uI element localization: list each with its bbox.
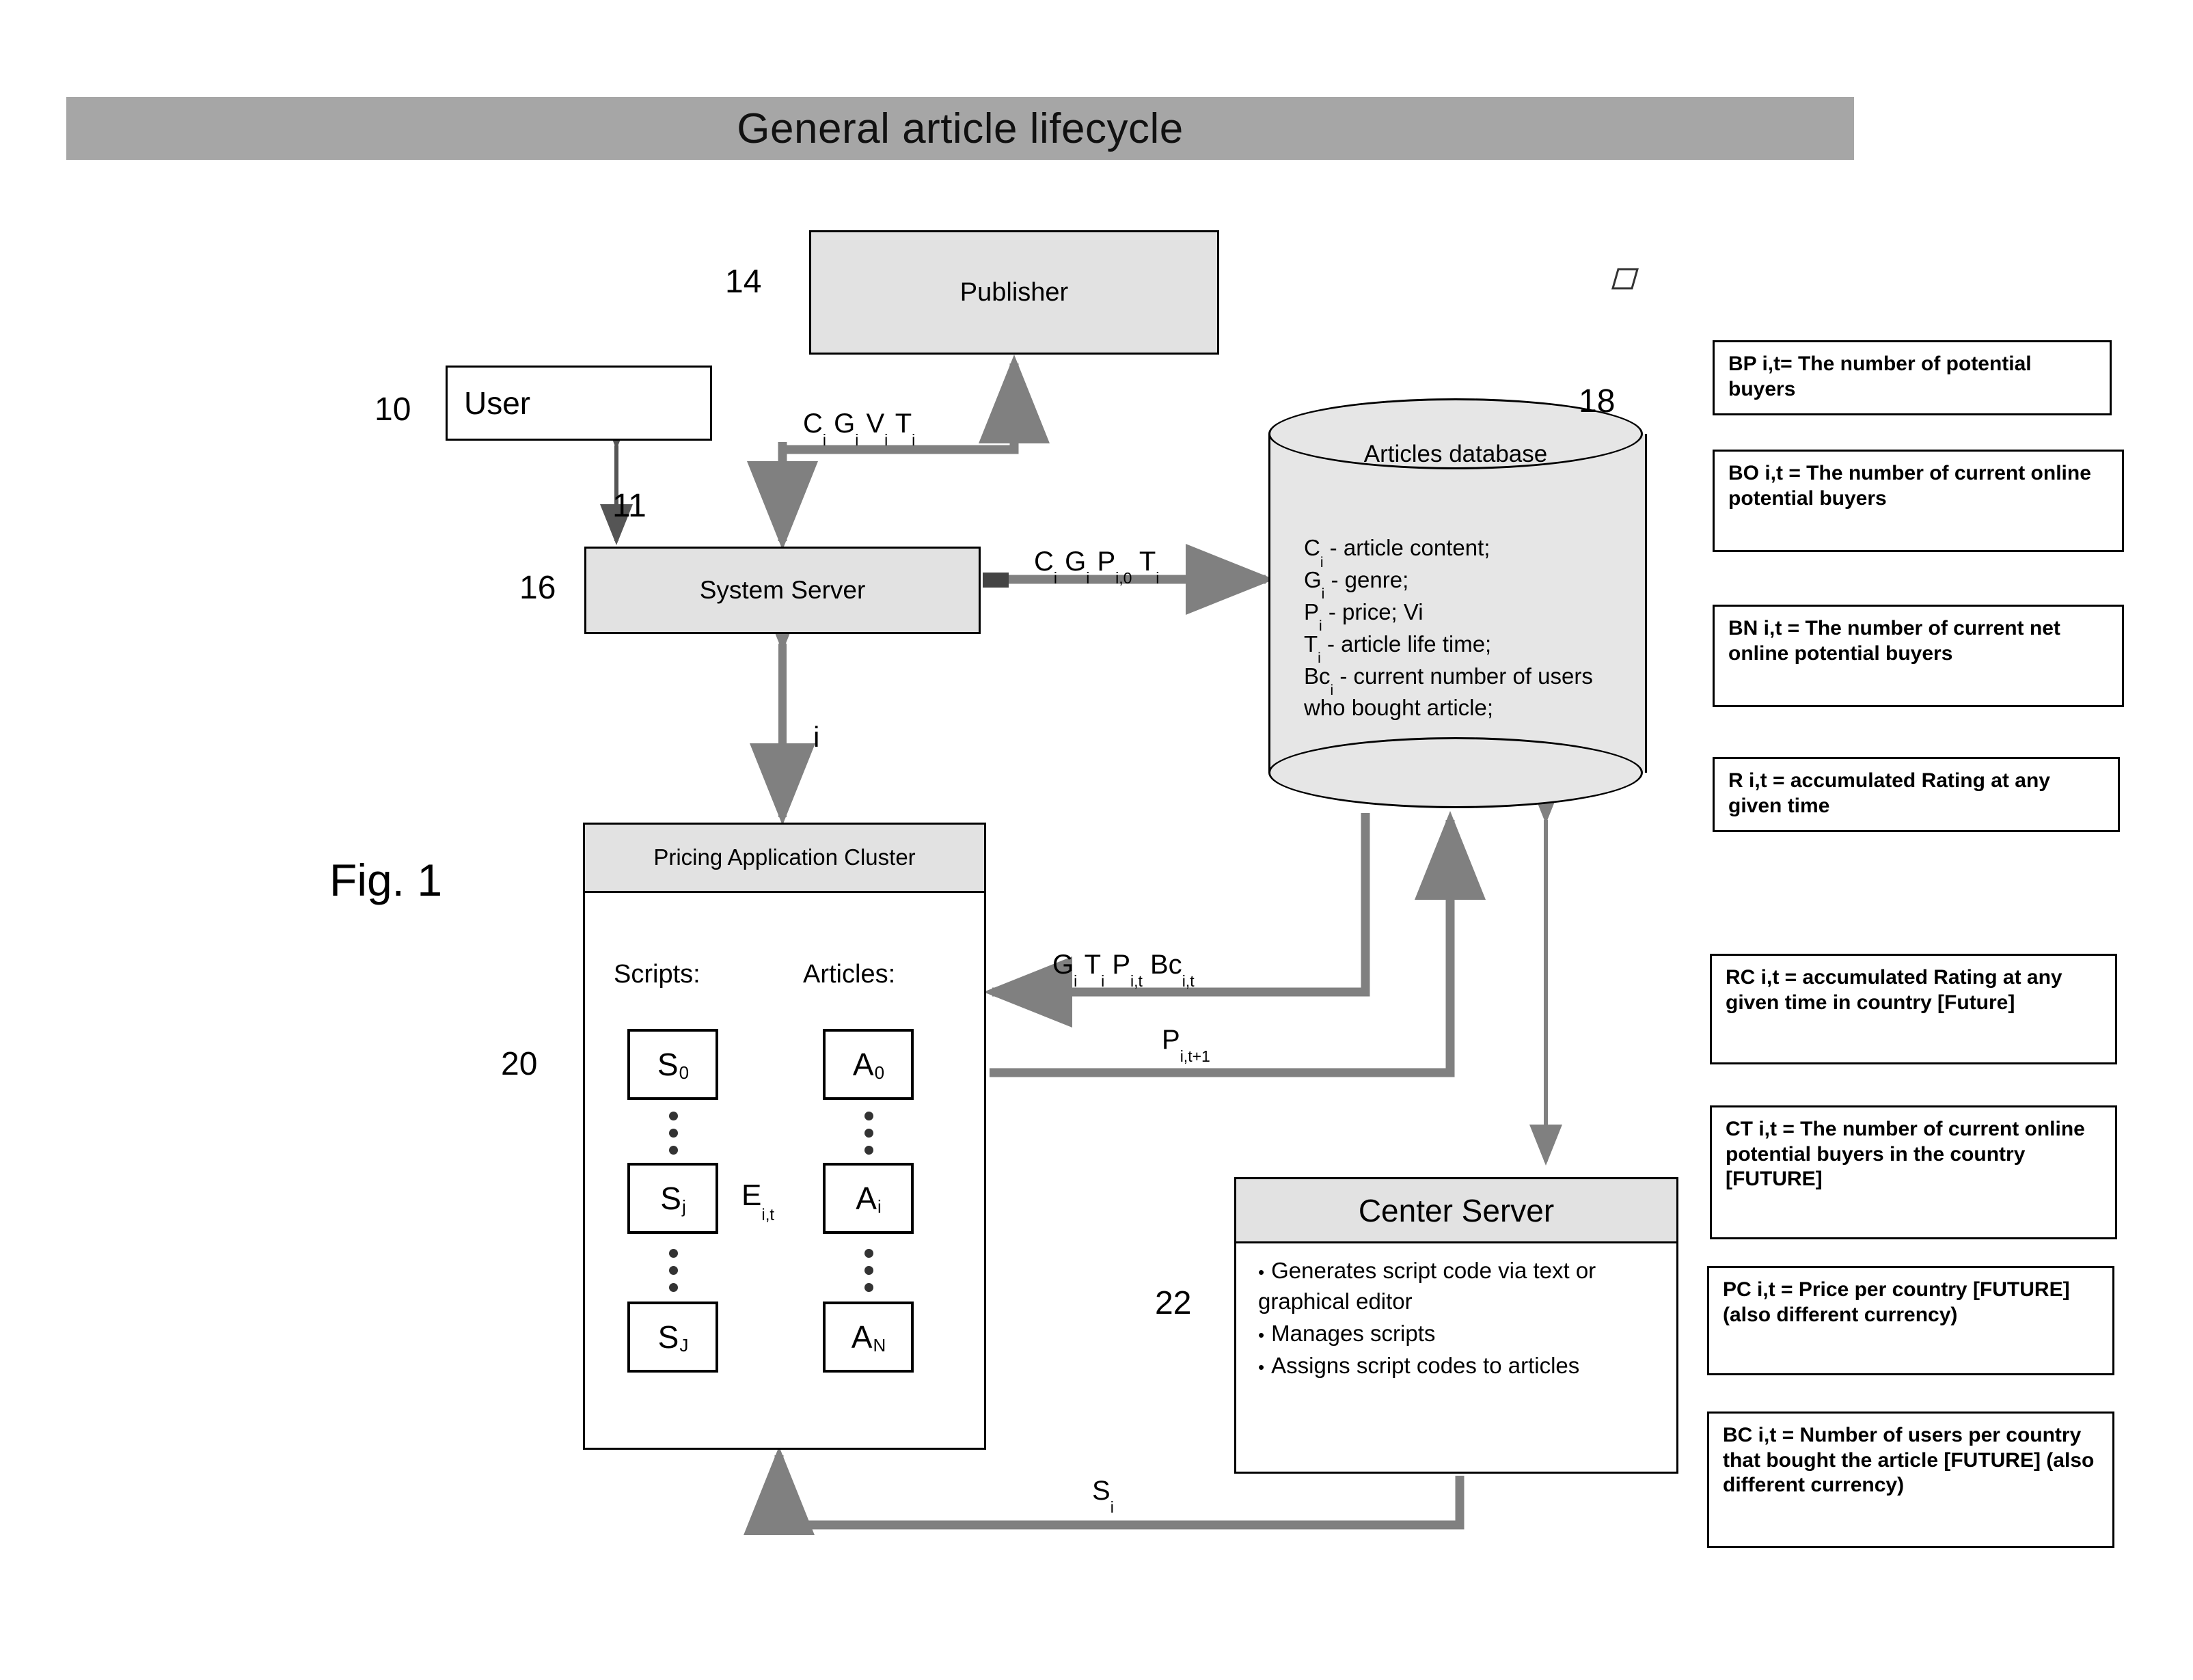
article-box-i[interactable]: Ai bbox=[823, 1163, 914, 1234]
script-0-sub: 0 bbox=[679, 1062, 690, 1083]
db-f2-sym: P bbox=[1304, 598, 1320, 624]
page-title: General article lifecycle bbox=[737, 105, 1184, 152]
user-label: User bbox=[464, 385, 531, 421]
script-j-sub: j bbox=[681, 1196, 686, 1217]
ref-number-10: 10 bbox=[374, 391, 411, 428]
article-0-label: A bbox=[852, 1047, 874, 1082]
database-field-row: Pi - price; Vi bbox=[1304, 598, 1625, 635]
db-f4-sub: i bbox=[1330, 683, 1334, 699]
system-server-label: System Server bbox=[699, 576, 866, 604]
database-title: Articles database bbox=[1363, 441, 1548, 467]
center-server-node[interactable]: Center Server Generates script code via … bbox=[1234, 1177, 1678, 1474]
legend-item-ct: CT i,t = The number of current online po… bbox=[1710, 1105, 2117, 1239]
article-0-sub: 0 bbox=[874, 1062, 885, 1083]
script-0-label: S bbox=[657, 1047, 679, 1082]
script-box-J[interactable]: SJ bbox=[627, 1302, 718, 1373]
edge-label-center-cluster: Si bbox=[1092, 1476, 1114, 1516]
db-f1-text: - genre; bbox=[1324, 566, 1409, 592]
db-f0-sub: i bbox=[1320, 554, 1324, 570]
exchange-symbol: E bbox=[741, 1179, 762, 1212]
center-server-title: Center Server bbox=[1236, 1179, 1676, 1243]
script-J-label: S bbox=[657, 1319, 679, 1355]
legend-item-r: R i,t = accumulated Rating at any given … bbox=[1713, 757, 2120, 832]
db-f0-sym: C bbox=[1304, 535, 1320, 560]
ref-number-18: 18 bbox=[1579, 383, 1616, 419]
scripts-ellipsis-upper bbox=[668, 1112, 678, 1155]
edge-label-i: i bbox=[813, 721, 820, 753]
edge-label-database-cluster: Gi Ti Pi,t Bci,t bbox=[1052, 950, 1195, 990]
ref-number-11: 11 bbox=[612, 488, 646, 524]
ref-number-14: 14 bbox=[725, 264, 762, 300]
center-server-bullet: Manages scripts bbox=[1258, 1319, 1661, 1349]
database-field-row: Ti - article life time; bbox=[1304, 630, 1625, 667]
script-box-j[interactable]: Sj bbox=[627, 1163, 718, 1234]
legend-item-bp: BP i,t= The number of potential buyers bbox=[1713, 340, 2112, 415]
script-j-label: S bbox=[660, 1181, 681, 1216]
db-f4-sym: Bc bbox=[1304, 663, 1331, 689]
db-f3-sub: i bbox=[1318, 650, 1321, 667]
db-f1-sym: G bbox=[1304, 566, 1322, 592]
articles-column-label: Articles: bbox=[803, 960, 896, 989]
scripts-ellipsis-lower bbox=[668, 1249, 678, 1292]
legend-item-bc: BC i,t = Number of users per country tha… bbox=[1707, 1412, 2114, 1548]
ref-number-20: 20 bbox=[501, 1046, 538, 1082]
database-bottom-ellipse bbox=[1268, 737, 1643, 808]
db-f3-text: - article life time; bbox=[1320, 631, 1492, 657]
articles-database-node[interactable]: Articles database Ci - article content; … bbox=[1268, 398, 1647, 808]
script-box-0[interactable]: S0 bbox=[627, 1029, 718, 1100]
database-field-row: Gi - genre; bbox=[1304, 566, 1625, 603]
center-server-bullet: Assigns script codes to articles bbox=[1258, 1351, 1661, 1381]
legend-item-bn: BN i,t = The number of current net onlin… bbox=[1713, 605, 2124, 707]
edge-label-user-publisher: Ci Gi Vi Ti bbox=[803, 409, 916, 449]
scripts-column-label: Scripts: bbox=[614, 960, 700, 989]
publisher-label: Publisher bbox=[959, 277, 1069, 307]
stray-parallelogram-icon bbox=[1611, 268, 1639, 290]
db-f4-text: - current number of users who bought art… bbox=[1304, 663, 1593, 721]
center-server-bullet: Generates script code via text or graphi… bbox=[1258, 1256, 1661, 1317]
edge-label-cluster-database: Pi,t+1 bbox=[1162, 1025, 1210, 1065]
figure-label: Fig. 1 bbox=[329, 855, 443, 905]
article-box-0[interactable]: A0 bbox=[823, 1029, 914, 1100]
db-f3-sym: T bbox=[1304, 631, 1318, 657]
article-N-label: A bbox=[851, 1319, 873, 1355]
exchange-sub: i,t bbox=[761, 1205, 775, 1224]
edge-cluster-to-database bbox=[990, 811, 1486, 1077]
article-i-label: A bbox=[856, 1181, 877, 1216]
edge-label-server-database: Ci Gi Pi,0 Ti bbox=[1034, 547, 1160, 587]
center-server-bullets: Generates script code via text or graphi… bbox=[1258, 1256, 1661, 1383]
articles-ellipsis-upper bbox=[864, 1112, 873, 1155]
legend-item-pc: PC i,t = Price per country [FUTURE] (als… bbox=[1707, 1266, 2114, 1375]
ref-number-16: 16 bbox=[519, 570, 556, 606]
article-box-N[interactable]: AN bbox=[823, 1302, 914, 1373]
article-i-sub: i bbox=[877, 1196, 882, 1217]
articles-ellipsis-lower bbox=[864, 1249, 873, 1292]
pricing-cluster-title: Pricing Application Cluster bbox=[585, 825, 984, 893]
ref-number-22: 22 bbox=[1155, 1285, 1192, 1321]
exchange-label: Ei,t bbox=[741, 1179, 774, 1224]
legend-item-bo: BO i,t = The number of current online po… bbox=[1713, 450, 2124, 552]
db-f1-sub: i bbox=[1321, 586, 1325, 603]
database-fields: Ci - article content; Gi - genre; Pi - p… bbox=[1304, 534, 1625, 723]
db-f2-text: - price; Vi bbox=[1322, 598, 1424, 624]
db-f0-text: - article content; bbox=[1323, 535, 1490, 560]
script-J-sub: J bbox=[679, 1334, 689, 1355]
article-N-sub: N bbox=[873, 1334, 886, 1355]
user-node[interactable]: User bbox=[446, 366, 712, 441]
database-field-row: Bci - current number of users who bought… bbox=[1304, 662, 1625, 724]
legend-item-rc: RC i,t = accumulated Rating at any given… bbox=[1710, 954, 2117, 1064]
db-f2-sub: i bbox=[1319, 618, 1322, 635]
publisher-node[interactable]: Publisher bbox=[809, 230, 1219, 355]
edge-server-tail-block bbox=[983, 573, 1009, 588]
system-server-node[interactable]: System Server bbox=[584, 547, 981, 634]
database-field-row: Ci - article content; bbox=[1304, 534, 1625, 570]
